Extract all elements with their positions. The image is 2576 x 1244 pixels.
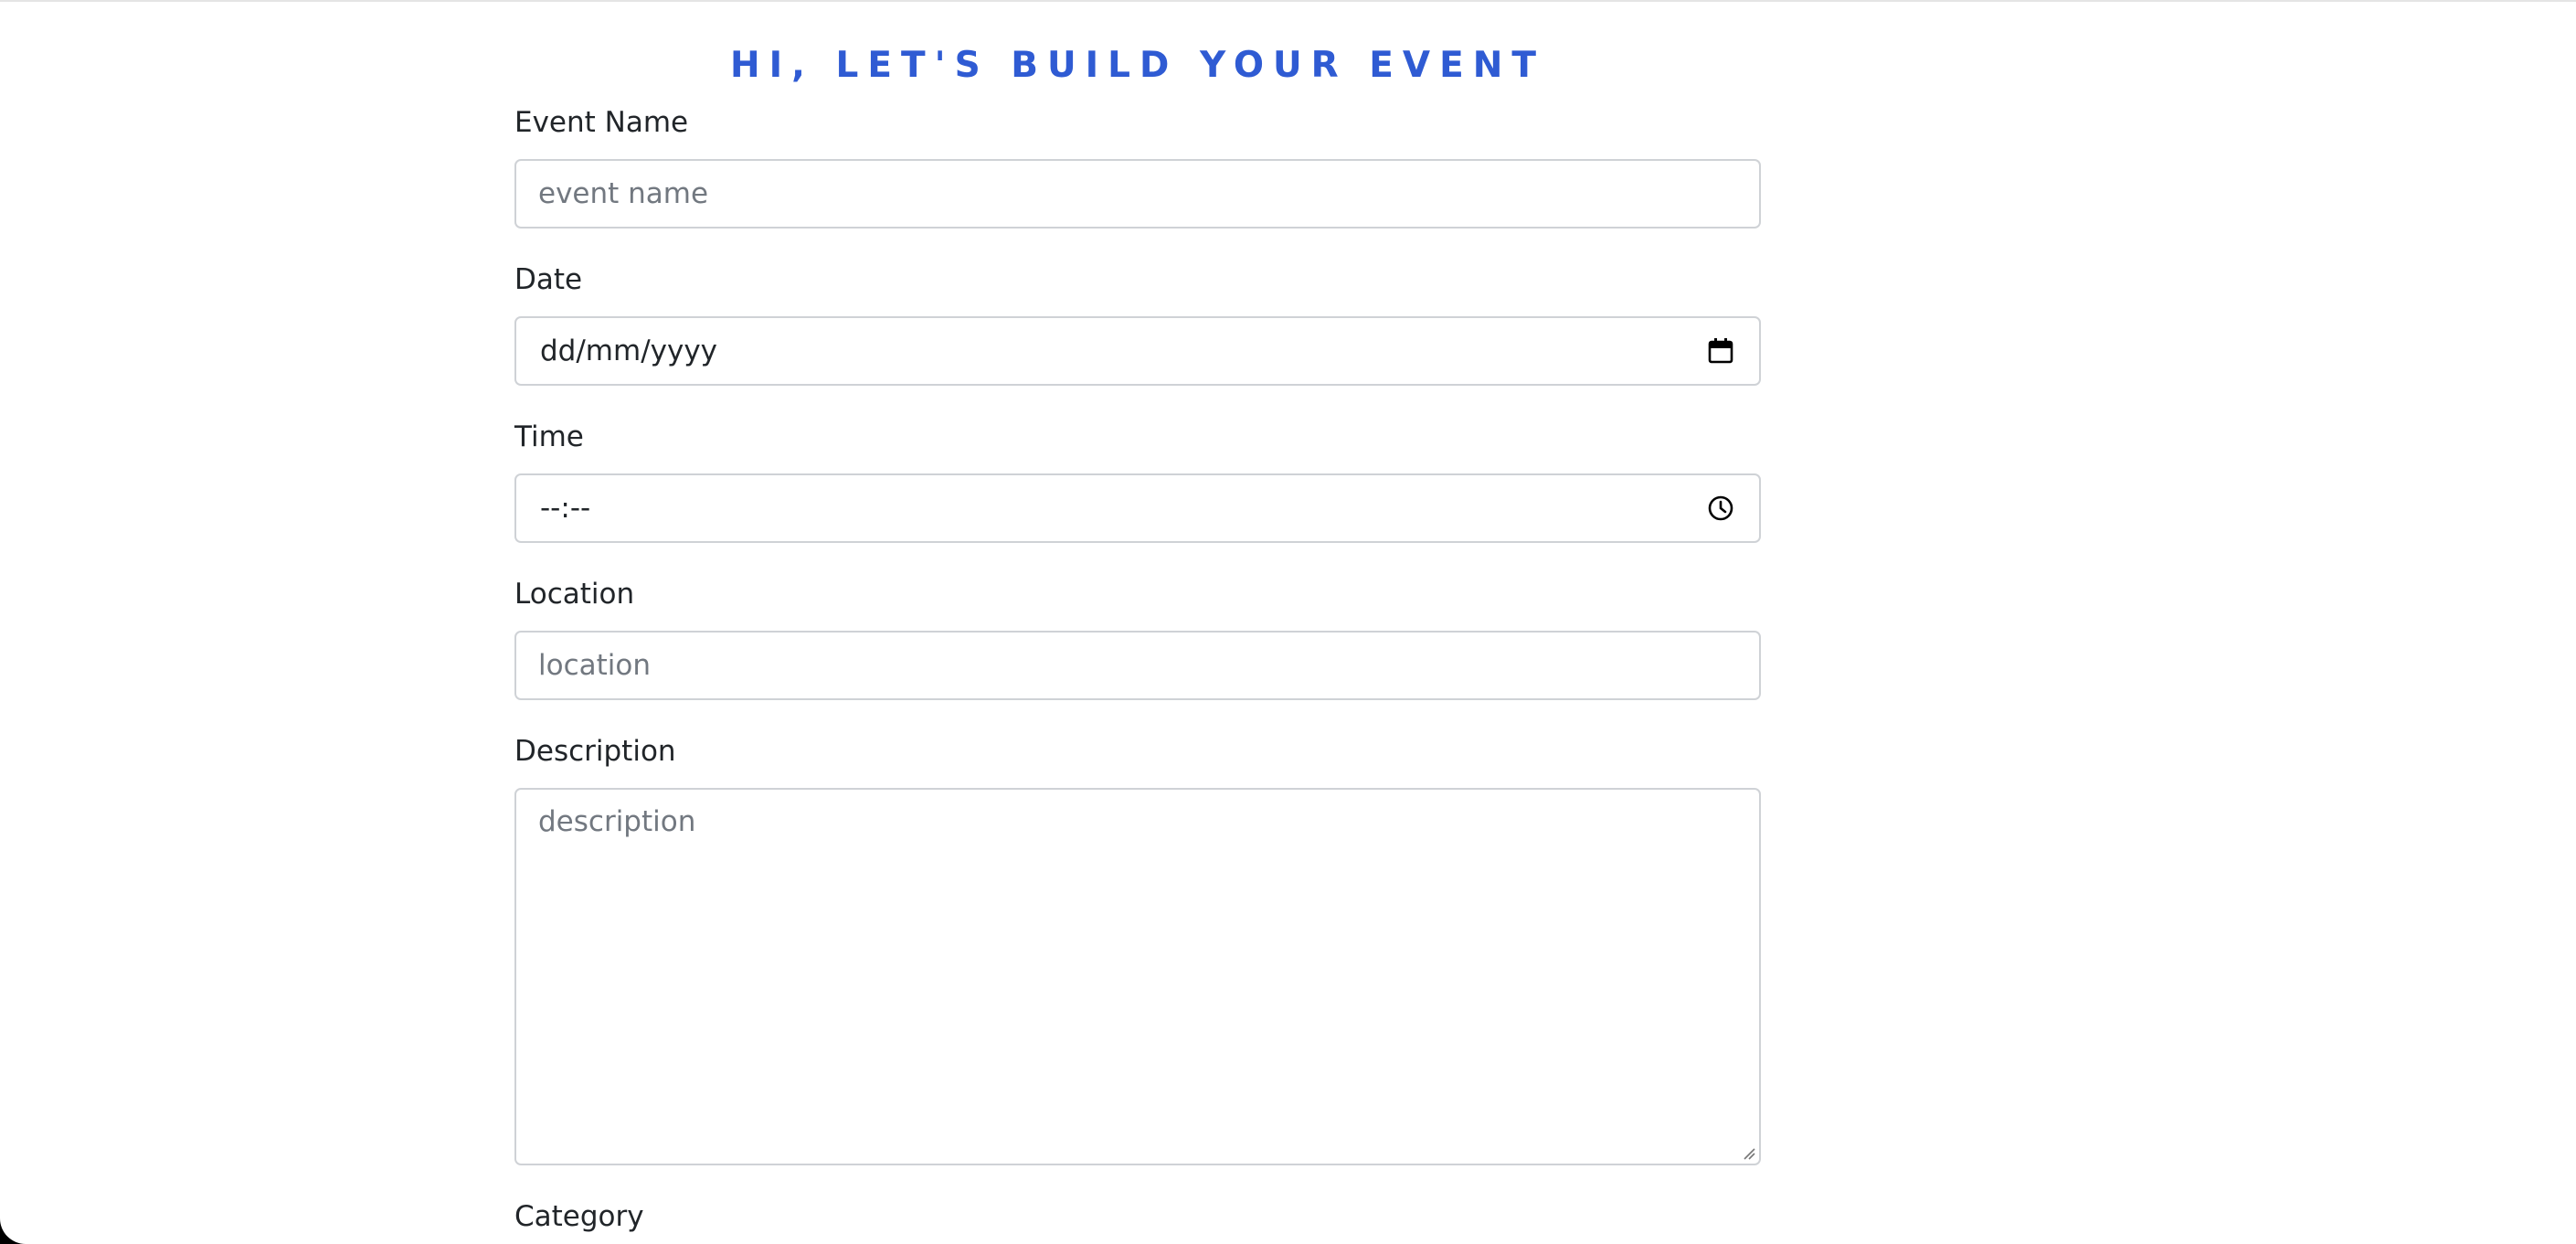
date-input[interactable]: dd/mm/yyyy xyxy=(514,316,1761,386)
location-label: Location xyxy=(514,578,635,611)
page-title: HI, LET'S BUILD YOUR EVENT xyxy=(730,45,1545,86)
event-name-field-box xyxy=(514,159,1761,229)
description-field-box xyxy=(514,788,1761,1165)
time-input[interactable]: --:-- xyxy=(514,473,1761,543)
calendar-icon[interactable] xyxy=(1706,336,1735,366)
date-label: Date xyxy=(514,263,583,296)
time-label: Time xyxy=(514,420,584,453)
time-input-value: --:-- xyxy=(540,492,591,525)
location-field-box xyxy=(514,631,1761,700)
event-builder-page: HI, LET'S BUILD YOUR EVENT Event Name Da… xyxy=(0,0,2576,1244)
description-textarea[interactable] xyxy=(516,790,1759,1164)
category-label: Category xyxy=(514,1200,644,1233)
event-name-label: Event Name xyxy=(514,106,689,139)
event-name-input[interactable] xyxy=(516,161,1759,227)
location-input[interactable] xyxy=(516,633,1759,698)
date-input-value: dd/mm/yyyy xyxy=(540,335,718,367)
resize-grip-icon[interactable] xyxy=(1741,1145,1755,1160)
clock-icon[interactable] xyxy=(1706,494,1735,523)
description-label: Description xyxy=(514,735,676,768)
